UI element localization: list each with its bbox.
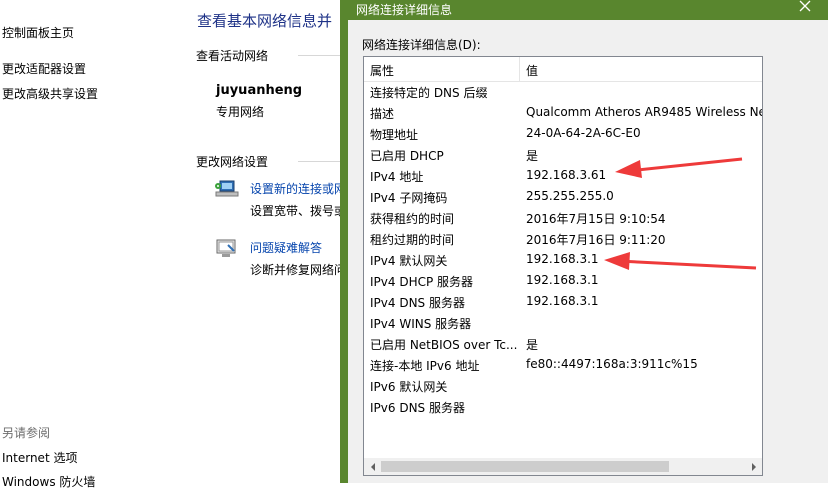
property-cell: IPv4 WINS 服务器 xyxy=(370,317,472,331)
property-cell: 已启用 DHCP xyxy=(370,149,444,163)
table-row[interactable]: IPv6 默认网关 xyxy=(364,375,762,396)
close-button[interactable] xyxy=(782,0,828,20)
sidebar-item-advanced-sharing[interactable]: 更改高级共享设置 xyxy=(2,85,98,102)
control-panel-main: 查看基本网络信息并 查看活动网络 juyuanheng 专用网络 更改网络设置 … xyxy=(190,0,350,483)
horizontal-scrollbar[interactable] xyxy=(364,458,762,475)
listview-rows: 连接特定的 DNS 后缀 描述 Qualcomm Atheros AR9485 Wi… xyxy=(364,81,762,417)
table-row[interactable]: 获得租约的时间 2016年7月15日 9:10:54 xyxy=(364,207,762,228)
see-also-heading: 另请参阅 xyxy=(2,426,51,440)
setup-new-connection-link[interactable]: 设置新的连接或网 xyxy=(250,180,346,197)
column-header-property[interactable]: 属性 xyxy=(370,62,394,79)
property-cell: IPv4 子网掩码 xyxy=(370,191,448,205)
table-row[interactable]: 连接-本地 IPv6 地址 fe80::4497:168a:3:911c%15 xyxy=(364,354,762,375)
value-cell: 192.168.3.1 xyxy=(526,273,599,287)
value-cell: fe80::4497:168a:3:911c%15 xyxy=(526,357,698,371)
troubleshoot-link[interactable]: 问题疑难解答 xyxy=(250,239,322,256)
table-row[interactable]: IPv4 WINS 服务器 xyxy=(364,312,762,333)
table-row[interactable]: 已启用 DHCP 是 xyxy=(364,144,762,165)
details-caption: 网络连接详细信息(D): xyxy=(362,38,481,52)
details-listview[interactable]: 属性 值 连接特定的 DNS 后缀 描述 Qualcomm Atheros AR94… xyxy=(363,56,763,476)
property-cell: IPv4 地址 xyxy=(370,170,424,184)
property-cell: 已启用 NetBIOS over Tc... xyxy=(370,338,518,352)
property-cell: 获得租约的时间 xyxy=(370,212,455,226)
see-also-internet-options[interactable]: Internet 选项 xyxy=(2,449,77,466)
network-details-dialog: 网络连接详细信息 网络连接详细信息(D): 属性 值 连接特定的 DNS 后缀描… xyxy=(340,0,828,483)
column-divider[interactable] xyxy=(519,57,520,81)
scroll-left-button[interactable] xyxy=(364,458,381,475)
value-cell: Qualcomm Atheros AR9485 Wireless Ne xyxy=(526,105,763,119)
dialog-title: 网络连接详细信息 xyxy=(356,3,453,17)
value-cell: 是 xyxy=(526,149,539,163)
property-cell: IPv4 默认网关 xyxy=(370,254,448,268)
dialog-body: 网络连接详细信息(D): 属性 值 连接特定的 DNS 后缀 描述 Qualcomm… xyxy=(348,20,828,483)
table-row[interactable]: IPv4 子网掩码 255.255.255.0 xyxy=(364,186,762,207)
network-setup-icon xyxy=(215,180,239,197)
table-row[interactable]: 已启用 NetBIOS over Tc... 是 xyxy=(364,333,762,354)
troubleshoot-icon xyxy=(216,239,236,257)
property-cell: IPv4 DNS 服务器 xyxy=(370,296,465,310)
property-cell: 连接-本地 IPv6 地址 xyxy=(370,359,480,373)
column-header-value[interactable]: 值 xyxy=(526,62,538,79)
see-also-windows-firewall[interactable]: Windows 防火墙 xyxy=(2,473,95,490)
property-cell: 租约过期的时间 xyxy=(370,233,455,247)
active-networks-label: 查看活动网络 xyxy=(196,49,269,63)
table-row[interactable]: 描述 Qualcomm Atheros AR9485 Wireless Ne xyxy=(364,102,762,123)
close-icon xyxy=(799,0,811,12)
listview-header: 属性 值 xyxy=(364,57,762,82)
property-cell: IPv6 默认网关 xyxy=(370,380,448,394)
table-row[interactable]: 租约过期的时间 2016年7月16日 9:11:20 xyxy=(364,228,762,249)
value-cell: 192.168.3.61 xyxy=(526,168,607,182)
control-panel-sidebar: 控制面板主页 更改适配器设置 更改高级共享设置 另请参阅 Internet 选项… xyxy=(0,0,190,489)
value-cell: 2016年7月16日 9:11:20 xyxy=(526,233,666,247)
change-settings-label: 更改网络设置 xyxy=(196,155,269,169)
property-cell: IPv4 DHCP 服务器 xyxy=(370,275,474,289)
value-cell: 2016年7月15日 9:10:54 xyxy=(526,212,666,226)
value-cell: 24-0A-64-2A-6C-E0 xyxy=(526,126,641,140)
table-row[interactable]: 连接特定的 DNS 后缀 xyxy=(364,81,762,102)
sidebar-item-control-panel-home[interactable]: 控制面板主页 xyxy=(2,24,74,41)
table-row[interactable]: IPv4 DNS 服务器 192.168.3.1 xyxy=(364,291,762,312)
value-cell: 192.168.3.1 xyxy=(526,252,599,266)
property-cell: 描述 xyxy=(370,107,395,121)
dialog-titlebar[interactable]: 网络连接详细信息 xyxy=(340,0,828,20)
table-row[interactable]: IPv4 默认网关 192.168.3.1 xyxy=(364,249,762,270)
sidebar-item-change-adapter-settings[interactable]: 更改适配器设置 xyxy=(2,60,86,77)
chevron-left-icon xyxy=(370,462,375,471)
page-title: 查看基本网络信息并 xyxy=(197,12,333,30)
troubleshoot-desc: 诊断并修复网络问 xyxy=(250,263,347,277)
chevron-right-icon xyxy=(751,462,756,471)
table-row[interactable]: IPv4 地址 192.168.3.61 xyxy=(364,165,762,186)
table-row[interactable]: IPv4 DHCP 服务器 192.168.3.1 xyxy=(364,270,762,291)
network-type: 专用网络 xyxy=(216,105,265,119)
network-name: juyuanheng xyxy=(216,83,303,98)
scrollbar-thumb[interactable] xyxy=(381,461,669,472)
scroll-right-button[interactable] xyxy=(745,458,762,475)
property-cell: 连接特定的 DNS 后缀 xyxy=(370,86,488,100)
property-cell: 物理地址 xyxy=(370,128,419,142)
value-cell: 192.168.3.1 xyxy=(526,294,599,308)
value-cell: 255.255.255.0 xyxy=(526,189,614,203)
table-row[interactable]: 物理地址 24-0A-64-2A-6C-E0 xyxy=(364,123,762,144)
value-cell: 是 xyxy=(526,338,539,352)
setup-new-connection-desc: 设置宽带、拨号或 xyxy=(250,204,347,218)
property-cell: IPv6 DNS 服务器 xyxy=(370,401,465,415)
table-row[interactable]: IPv6 DNS 服务器 xyxy=(364,396,762,417)
